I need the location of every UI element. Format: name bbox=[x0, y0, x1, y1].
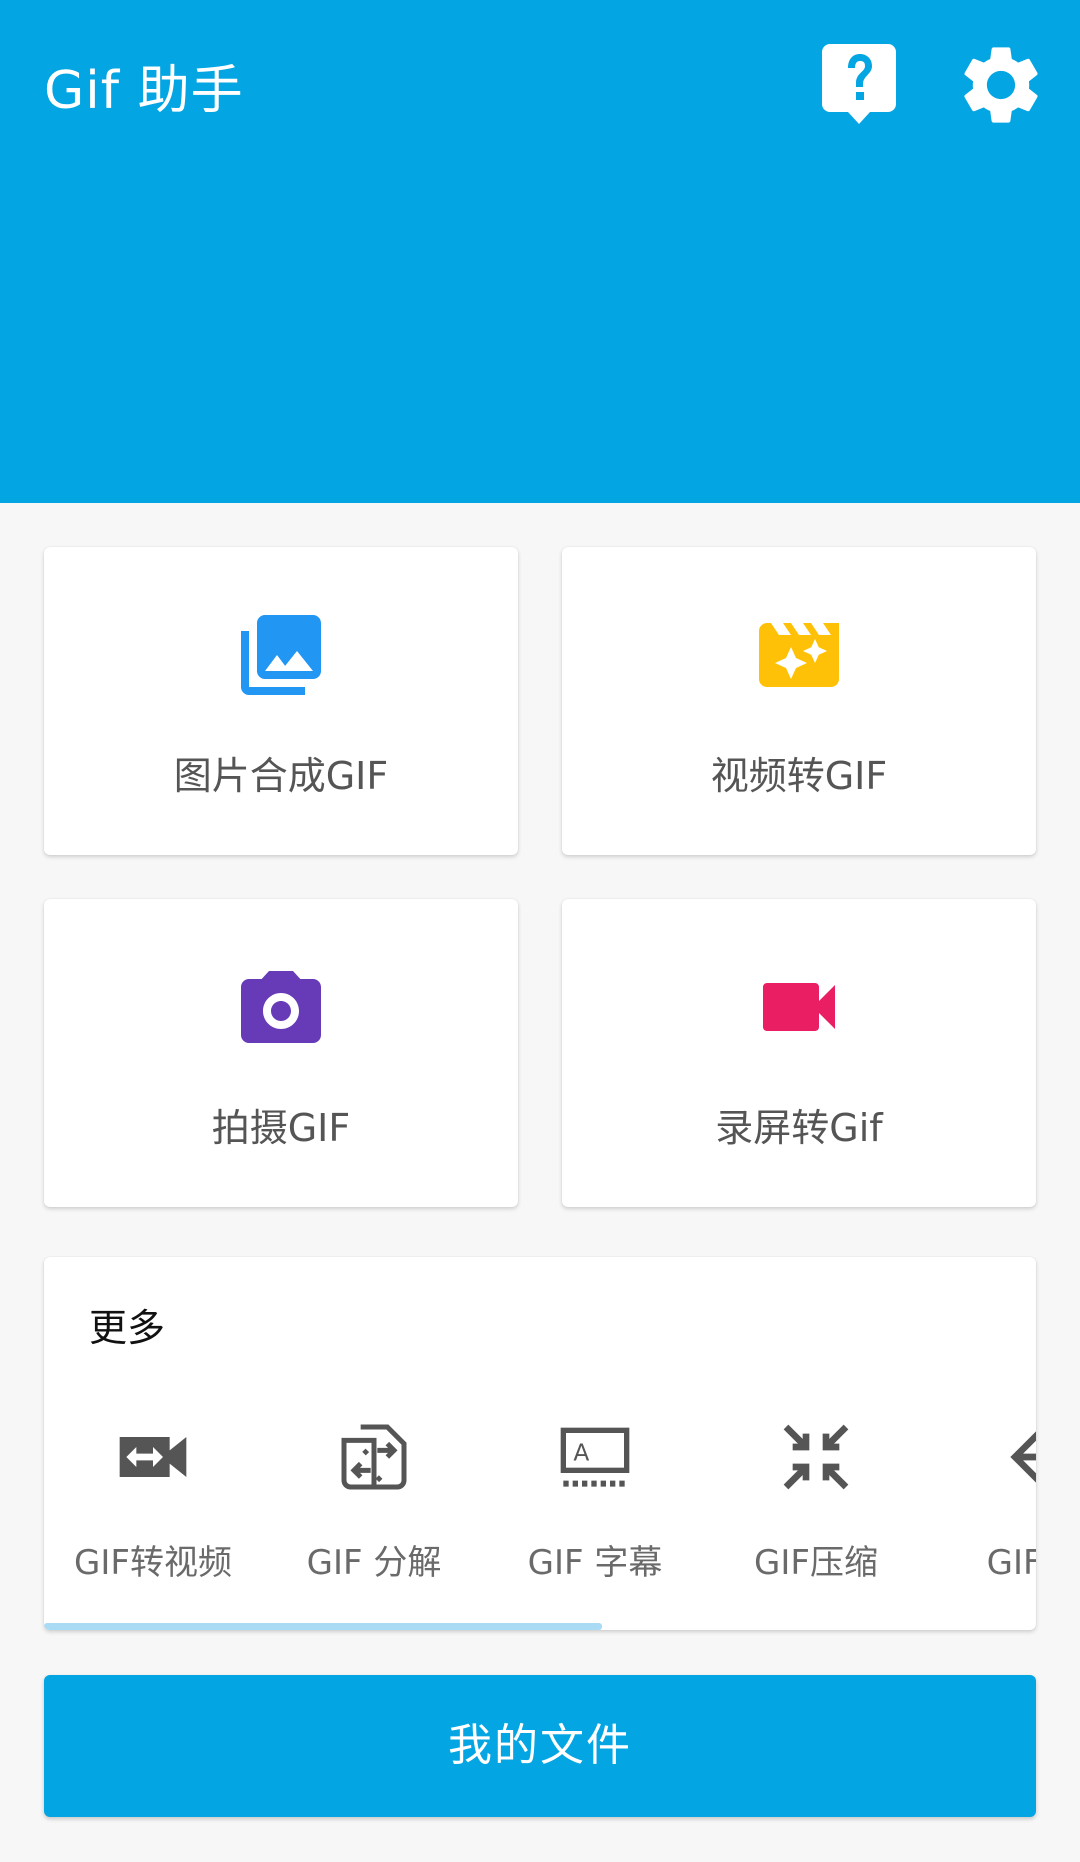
tool-gif-to-video[interactable]: GIF转视频 bbox=[53, 1417, 253, 1597]
card-label: 拍摄GIF bbox=[211, 1106, 351, 1150]
tool-gif-subtitles[interactable]: A GIF 字幕 bbox=[495, 1417, 695, 1597]
settings-button[interactable] bbox=[954, 38, 1048, 132]
subtitles-icon: A bbox=[560, 1427, 630, 1487]
arrow-left-icon bbox=[1010, 1431, 1036, 1483]
app-title: Gif 助手 bbox=[44, 61, 244, 121]
tool-label: GIF 字幕 bbox=[527, 1543, 663, 1583]
video-to-gif-card[interactable]: 视频转GIF bbox=[562, 547, 1036, 855]
images-to-gif-card[interactable]: 图片合成GIF bbox=[44, 547, 518, 855]
photo-library-icon bbox=[241, 615, 321, 695]
my-files-button[interactable]: 我的文件 bbox=[44, 1675, 1036, 1817]
tool-gif-split[interactable]: GIF 分解 bbox=[274, 1417, 474, 1597]
shoot-gif-card[interactable]: 拍摄GIF bbox=[44, 899, 518, 1207]
more-title: 更多 bbox=[89, 1306, 166, 1350]
app-header: Gif 助手 bbox=[0, 0, 1080, 503]
tool-label: GIF 分解 bbox=[306, 1543, 442, 1583]
card-label: 录屏转Gif bbox=[715, 1106, 883, 1150]
more-tools-card: 更多 GIF转视频 GIF 分解 A GIF 字幕 GIF压缩 GIF bbox=[44, 1257, 1036, 1630]
tool-gif-reverse[interactable]: GIF 倒 bbox=[937, 1417, 1036, 1597]
horizontal-scrollbar-thumb[interactable] bbox=[44, 1623, 602, 1630]
card-label: 图片合成GIF bbox=[173, 754, 389, 798]
tool-gif-compress[interactable]: GIF压缩 bbox=[716, 1417, 916, 1597]
tool-label: GIF压缩 bbox=[754, 1543, 878, 1583]
compress-icon bbox=[783, 1424, 849, 1490]
camera-icon bbox=[241, 971, 321, 1043]
movie-filter-icon bbox=[759, 623, 839, 687]
gear-icon bbox=[964, 47, 1038, 123]
gif-to-video-icon bbox=[119, 1437, 187, 1477]
svg-text:A: A bbox=[573, 1438, 589, 1466]
tool-label: GIF转视频 bbox=[74, 1543, 232, 1583]
tool-label: GIF 倒 bbox=[986, 1543, 1036, 1583]
videocam-icon bbox=[763, 983, 835, 1031]
card-label: 视频转GIF bbox=[710, 754, 888, 798]
split-file-icon bbox=[341, 1424, 407, 1490]
help-button[interactable] bbox=[822, 44, 896, 126]
help-bubble-icon bbox=[822, 44, 896, 124]
screen-record-to-gif-card[interactable]: 录屏转Gif bbox=[562, 899, 1036, 1207]
